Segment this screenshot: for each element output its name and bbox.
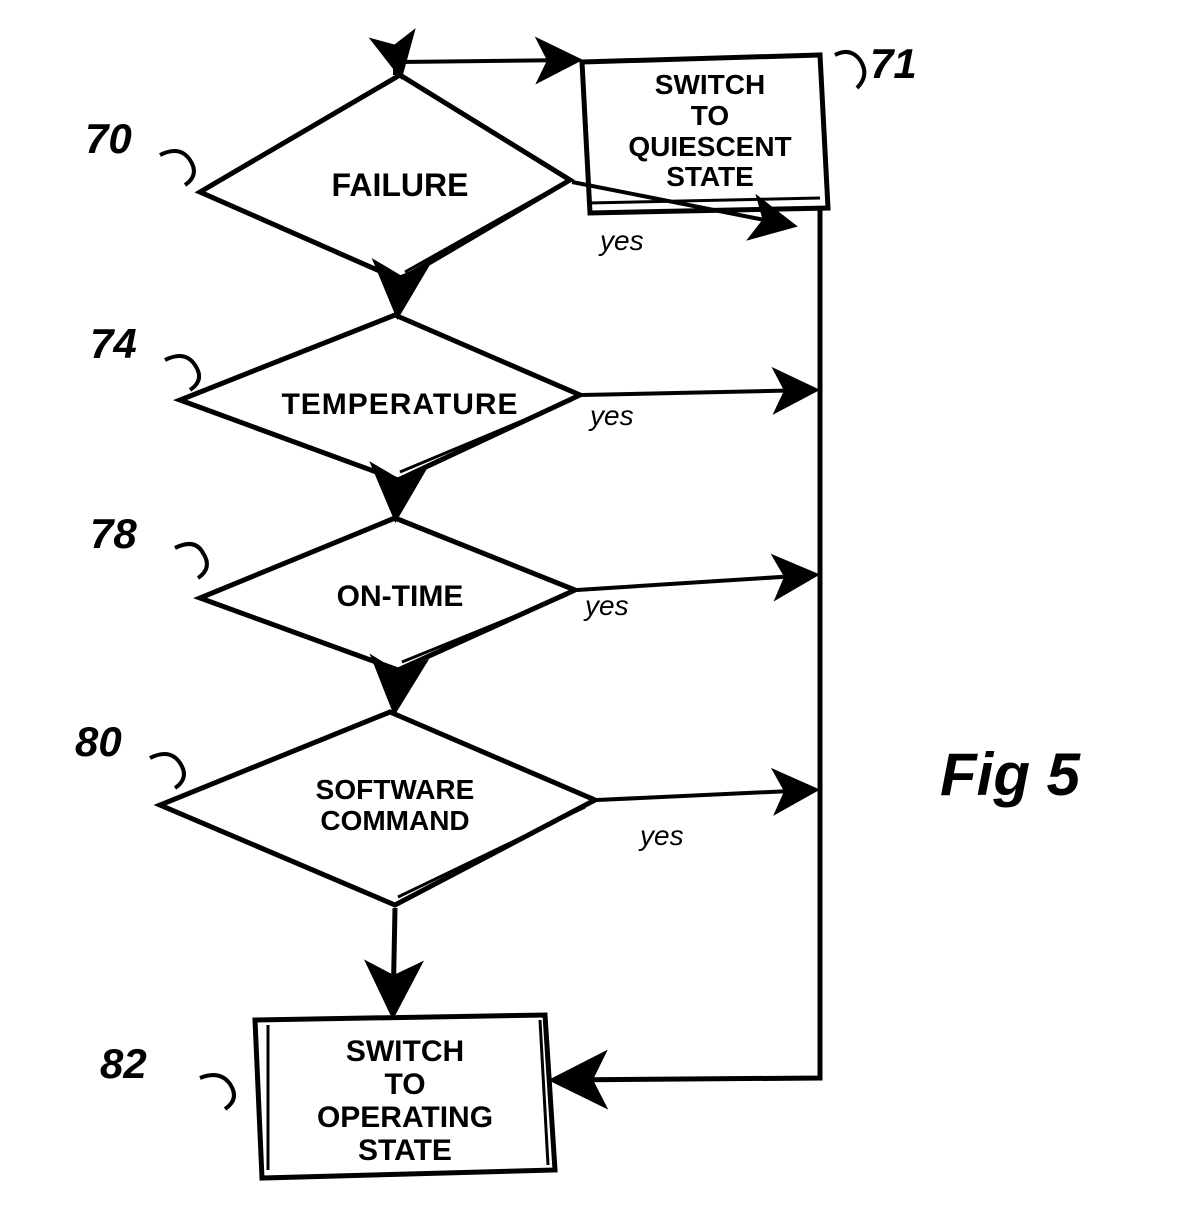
ref-70: 70 [85,115,132,163]
edge-70-74 [398,282,400,310]
ref-82: 82 [100,1040,147,1088]
node-80-text: SOFTWARE COMMAND [280,775,510,837]
edge-78-yes-label: yes [585,590,629,622]
node-71-text: SWITCH TO QUIESCENT STATE [610,70,810,193]
ref-74: 74 [90,320,137,368]
edge-74-78 [396,482,398,513]
edge-80-yes-label: yes [640,820,684,852]
node-71-underline [588,198,820,203]
edge-entry [398,62,400,72]
ref-78-squiggle [175,544,207,578]
edge-74-yes-label: yes [590,400,634,432]
edge-bus [558,210,820,1080]
ref-78: 78 [90,510,137,558]
edge-78-yes [577,575,812,590]
node-78-text: ON-TIME [290,580,510,613]
ref-71-squiggle [835,52,864,88]
ref-80-squiggle [150,754,184,788]
edge-to-71-top [400,60,575,62]
node-74-text: TEMPERATURE [260,388,540,421]
node-82-text: SWITCH TO OPERATING STATE [280,1035,530,1167]
figure-label: Fig 5 [940,740,1080,809]
edge-74-yes [582,390,812,395]
ref-82-squiggle [200,1075,234,1109]
edge-80-yes [597,790,812,800]
node-70-text: FAILURE [300,168,500,203]
ref-70-squiggle [160,151,194,185]
ref-71: 71 [870,40,917,88]
edge-70-yes-label: yes [600,225,644,257]
ref-80: 80 [75,718,122,766]
ref-74-squiggle [165,356,199,390]
edge-78-80 [395,672,398,706]
